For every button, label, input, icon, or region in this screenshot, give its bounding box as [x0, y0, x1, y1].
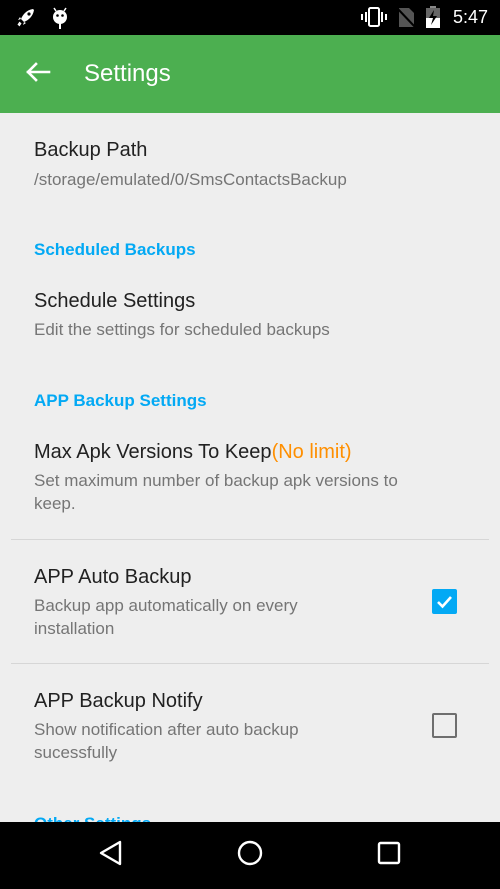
pref-title: Backup Path: [34, 139, 148, 161]
pref-app-backup-notify[interactable]: APP Backup Notify Show notification afte…: [0, 664, 500, 787]
pref-summary: Set maximum number of backup apk version…: [34, 469, 398, 515]
pref-app-auto-backup[interactable]: APP Auto Backup Backup app automatically…: [0, 540, 500, 663]
backup-notify-checkbox[interactable]: [432, 713, 457, 738]
android-debug-icon: [50, 6, 70, 35]
pref-max-apk-versions[interactable]: Max Apk Versions To Keep(No limit) Set m…: [0, 429, 500, 539]
pref-schedule-settings[interactable]: Schedule Settings Edit the settings for …: [0, 278, 500, 366]
vibrate-icon: [360, 7, 388, 32]
pref-backup-path[interactable]: Backup Path /storage/emulated/0/SmsConta…: [0, 127, 500, 215]
clock: 5:47: [452, 7, 488, 27]
battery-charging-icon: [426, 6, 440, 33]
category-app-backup-settings: APP Backup Settings: [34, 391, 207, 410]
auto-backup-checkbox[interactable]: [432, 589, 457, 614]
settings-list[interactable]: Backup Path /storage/emulated/0/SmsConta…: [0, 113, 500, 822]
category-other-settings: Other Settings: [34, 813, 151, 822]
back-triangle-icon: [98, 839, 124, 872]
app-bar: Settings: [0, 35, 500, 113]
arrow-back-icon: [25, 61, 51, 88]
pref-summary: Backup app automatically on every instal…: [34, 594, 298, 640]
checkmark-icon: [432, 596, 457, 618]
pref-title-text: Max Apk Versions To Keep: [34, 441, 272, 463]
pref-title: APP Backup Notify: [34, 690, 203, 712]
nav-recents-button[interactable]: [359, 834, 419, 876]
navigation-bar: [0, 822, 500, 889]
pref-value: (No limit): [271, 441, 352, 463]
category-scheduled-backups: Scheduled Backups: [34, 240, 196, 259]
pref-summary-line: Backup app automatically on every: [34, 596, 298, 615]
back-button[interactable]: [18, 56, 58, 92]
no-sim-icon: [396, 7, 416, 33]
pref-summary-line: Show notification after auto backup: [34, 720, 299, 739]
pref-summary-line: installation: [34, 619, 115, 638]
nav-home-button[interactable]: [220, 834, 280, 876]
home-circle-icon: [236, 839, 264, 872]
status-bar: 5:47: [0, 0, 500, 35]
pref-title: Schedule Settings: [34, 290, 196, 312]
pref-summary-line: Set maximum number of backup apk version…: [34, 471, 398, 490]
page-title: Settings: [84, 60, 171, 87]
pref-title: APP Auto Backup: [34, 566, 192, 588]
pref-summary: Edit the settings for scheduled backups: [34, 320, 330, 339]
pref-title: Max Apk Versions To Keep(No limit): [34, 439, 352, 465]
recents-square-icon: [376, 840, 402, 871]
pref-summary: /storage/emulated/0/SmsContactsBackup: [34, 170, 347, 189]
pref-summary-line: keep.: [34, 494, 76, 513]
nav-back-button[interactable]: [81, 834, 141, 876]
pref-summary: Show notification after auto backup suce…: [34, 718, 299, 764]
rocket-icon: [15, 6, 37, 33]
pref-summary-line: sucessfully: [34, 743, 118, 762]
